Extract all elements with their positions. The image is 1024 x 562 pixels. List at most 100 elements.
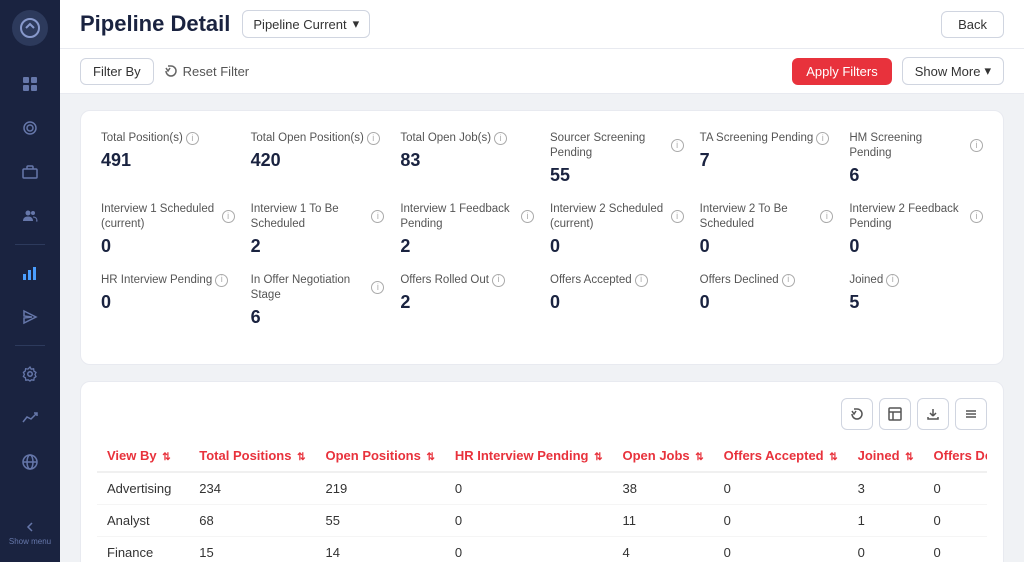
- show-more-button[interactable]: Show More ▾: [902, 57, 1004, 85]
- stat-label: Interview 1 Scheduled (current) i: [101, 202, 235, 232]
- info-icon[interactable]: i: [367, 132, 380, 145]
- table-cell: Finance: [97, 536, 189, 562]
- table-header[interactable]: HR Interview Pending ⇅: [445, 440, 613, 472]
- apply-filters-button[interactable]: Apply Filters: [792, 58, 892, 85]
- stat-label: Offers Rolled Out i: [400, 273, 534, 288]
- table-cell: 1: [848, 504, 924, 536]
- table-header[interactable]: Offers Accepted ⇅: [714, 440, 848, 472]
- stat-value: 0: [101, 292, 235, 313]
- main-content: Pipeline Detail Pipeline Current ▾ Back …: [60, 0, 1024, 562]
- table-header[interactable]: Total Positions ⇅: [189, 440, 315, 472]
- info-icon[interactable]: i: [186, 132, 199, 145]
- stat-item: HR Interview Pending i 0: [101, 273, 235, 328]
- stat-value: 2: [400, 236, 534, 257]
- list-icon: [964, 407, 978, 421]
- divider-1: [15, 244, 45, 245]
- stat-label: Joined i: [849, 273, 983, 288]
- table-card: View By ⇅Total Positions ⇅Open Positions…: [80, 381, 1004, 562]
- stat-value: 83: [400, 150, 534, 171]
- info-icon[interactable]: i: [635, 274, 648, 287]
- info-icon[interactable]: i: [970, 139, 983, 152]
- stat-item: Offers Rolled Out i 2: [400, 273, 534, 328]
- info-icon[interactable]: i: [671, 139, 684, 152]
- analytics-icon[interactable]: [11, 399, 49, 437]
- refresh-button[interactable]: [841, 398, 873, 430]
- info-icon[interactable]: i: [970, 210, 983, 223]
- list-view-button[interactable]: [955, 398, 987, 430]
- stats-row-1: Total Position(s) i 491 Total Open Posit…: [101, 131, 983, 186]
- stat-label: Sourcer Screening Pending i: [550, 131, 684, 161]
- info-icon[interactable]: i: [816, 132, 829, 145]
- stat-value: 7: [700, 150, 834, 171]
- stat-item: Sourcer Screening Pending i 55: [550, 131, 684, 186]
- filter-bar: Filter By Reset Filter Apply Filters Sho…: [60, 49, 1024, 94]
- stat-value: 0: [550, 292, 684, 313]
- stat-item: Joined i 5: [849, 273, 983, 328]
- stat-label: Interview 2 Feedback Pending i: [849, 202, 983, 232]
- info-icon[interactable]: i: [671, 210, 684, 223]
- table-cell: 0: [445, 472, 613, 505]
- grid-icon[interactable]: [11, 65, 49, 103]
- stat-value: 420: [251, 150, 385, 171]
- table-header[interactable]: View By ⇅: [97, 440, 189, 472]
- table-cell: 0: [848, 536, 924, 562]
- info-icon[interactable]: i: [222, 210, 235, 223]
- info-icon[interactable]: i: [782, 274, 795, 287]
- stat-value: 2: [400, 292, 534, 313]
- table-cell: 68: [189, 504, 315, 536]
- stat-value: 0: [700, 292, 834, 313]
- info-icon[interactable]: i: [492, 274, 505, 287]
- table-row: Advertising2342190380301: [97, 472, 987, 505]
- send-icon[interactable]: [11, 298, 49, 336]
- stat-item: Interview 1 Scheduled (current) i 0: [101, 202, 235, 257]
- show-menu-button[interactable]: Show menu: [3, 513, 57, 552]
- sort-icon: ⇅: [162, 452, 170, 463]
- table-header[interactable]: Open Positions ⇅: [315, 440, 444, 472]
- target-icon[interactable]: [11, 109, 49, 147]
- stat-label: HR Interview Pending i: [101, 273, 235, 288]
- pipeline-dropdown[interactable]: Pipeline Current ▾: [242, 10, 370, 38]
- download-icon: [926, 407, 940, 421]
- reset-filter-button[interactable]: Reset Filter: [164, 64, 249, 79]
- info-icon[interactable]: i: [820, 210, 833, 223]
- table-cell: 0: [714, 504, 848, 536]
- reset-icon: [164, 64, 178, 78]
- stat-value: 5: [849, 292, 983, 313]
- stat-label: TA Screening Pending i: [700, 131, 834, 146]
- info-icon[interactable]: i: [886, 274, 899, 287]
- briefcase-icon[interactable]: [11, 153, 49, 191]
- stat-label: Total Position(s) i: [101, 131, 235, 146]
- stat-label: Offers Accepted i: [550, 273, 684, 288]
- table-header[interactable]: Open Jobs ⇅: [612, 440, 713, 472]
- stat-label: Interview 2 To Be Scheduled i: [700, 202, 834, 232]
- sort-icon: ⇅: [829, 452, 837, 463]
- sort-icon: ⇅: [905, 452, 913, 463]
- info-icon[interactable]: i: [521, 210, 534, 223]
- chart-icon[interactable]: [11, 254, 49, 292]
- chevron-down-icon: ▾: [984, 63, 991, 79]
- stat-item: Interview 2 To Be Scheduled i 0: [700, 202, 834, 257]
- info-icon[interactable]: i: [371, 210, 384, 223]
- stat-item: Total Open Job(s) i 83: [400, 131, 534, 186]
- chevron-down-icon: ▾: [353, 16, 360, 32]
- table-header[interactable]: Joined ⇅: [848, 440, 924, 472]
- settings-icon[interactable]: [11, 355, 49, 393]
- export-csv-button[interactable]: [879, 398, 911, 430]
- stat-item: Interview 1 To Be Scheduled i 2: [251, 202, 385, 257]
- info-icon[interactable]: i: [215, 274, 228, 287]
- info-icon[interactable]: i: [494, 132, 507, 145]
- globe-icon[interactable]: [11, 443, 49, 481]
- stat-value: 55: [550, 165, 684, 186]
- table-cell: 0: [714, 536, 848, 562]
- back-button[interactable]: Back: [941, 11, 1004, 38]
- header: Pipeline Detail Pipeline Current ▾ Back: [60, 0, 1024, 49]
- export-button[interactable]: [917, 398, 949, 430]
- info-icon[interactable]: i: [371, 281, 384, 294]
- filter-by-button[interactable]: Filter By: [80, 58, 154, 85]
- stat-value: 6: [849, 165, 983, 186]
- stat-item: Interview 2 Scheduled (current) i 0: [550, 202, 684, 257]
- table-cell: Analyst: [97, 504, 189, 536]
- table-row: Finance1514040000: [97, 536, 987, 562]
- people-icon[interactable]: [11, 197, 49, 235]
- table-header[interactable]: Offers Declined ⇅: [924, 440, 987, 472]
